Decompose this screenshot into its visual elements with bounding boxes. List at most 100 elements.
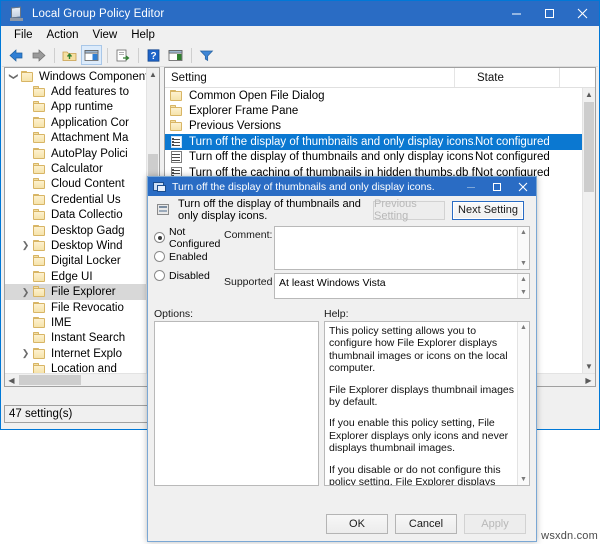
menu-action[interactable]: Action [40,28,86,42]
show-hide-action-pane-icon[interactable] [165,45,186,65]
tree-item[interactable]: Instant Search [5,331,146,346]
show-hide-console-tree-icon[interactable] [81,45,102,65]
radio-disabled[interactable]: Disabled [154,266,222,285]
tree-item[interactable]: Digital Locker [5,254,146,269]
folder-icon [32,209,47,221]
menu-view[interactable]: View [86,28,125,42]
setting-name: Turn off the display of thumbnails and o… [189,151,475,163]
scroll-up-icon[interactable]: ▲ [518,227,529,238]
tree-item[interactable]: ❯Internet Explo [5,346,146,361]
tree-item[interactable]: AutoPlay Polici [5,146,146,161]
comment-scrollbar[interactable]: ▲ ▼ [517,227,529,269]
tree-item-label: Edge UI [51,271,93,283]
options-panel[interactable] [154,321,319,486]
supported-on-scrollbar[interactable]: ▲ ▼ [517,274,529,298]
up-folder-icon[interactable] [59,45,80,65]
maximize-button[interactable] [533,1,566,26]
table-row[interactable]: Common Open File Dialog [165,88,582,103]
minimize-button[interactable] [500,1,533,26]
tree-item-label: File Explorer [51,286,116,298]
policy-setting-icon [157,204,172,217]
list-vertical-scrollbar[interactable]: ▲ ▼ [582,88,595,373]
scroll-right-icon[interactable]: ▶ [582,374,595,386]
help-icon[interactable]: ? [143,45,164,65]
folder-icon [32,194,47,206]
folder-icon [32,163,47,175]
table-row[interactable]: Explorer Frame Pane [165,103,582,118]
chevron-down-icon[interactable]: ❯ [8,70,19,83]
scroll-down-icon[interactable]: ▼ [518,474,529,485]
scroll-up-icon[interactable]: ▲ [518,274,529,285]
radio-not-configured-indicator[interactable] [154,232,165,243]
table-row[interactable]: Previous Versions [165,119,582,134]
tree-item-label: Digital Locker [51,255,121,267]
tree-item[interactable]: File Revocatio [5,300,146,315]
dialog-maximize-button[interactable] [484,177,510,196]
table-row[interactable]: Turn off the display of thumbnails and o… [165,150,582,165]
radio-enabled-indicator[interactable] [154,251,165,262]
status-bar: 47 setting(s) [4,405,160,423]
tree-item[interactable]: ❯ File Explorer [5,284,146,299]
tree-item[interactable]: App runtime [5,100,146,115]
radio-enabled[interactable]: Enabled [154,247,222,266]
chevron-right-icon[interactable]: ❯ [19,348,32,359]
help-scrollbar[interactable]: ▲ ▼ [517,322,529,485]
chevron-right-icon[interactable]: ❯ [19,240,32,251]
tree-item[interactable]: Desktop Gadg [5,223,146,238]
back-arrow-icon[interactable] [6,45,27,65]
folder-icon [32,302,47,314]
supported-on-textarea[interactable]: At least Windows Vista ▲ ▼ [274,273,530,299]
tree-item[interactable]: Calculator [5,161,146,176]
apply-button: Apply [464,514,526,534]
tree-hscroll-thumb[interactable] [19,375,81,385]
folder-icon [169,120,185,132]
folder-icon [32,148,47,160]
tree-item-label: File Revocatio [51,302,124,314]
policy-setting-icon [169,136,185,148]
menu-help[interactable]: Help [124,28,162,42]
chevron-right-icon[interactable]: ❯ [19,287,32,298]
column-header-state[interactable]: State [455,68,560,87]
tree-item[interactable]: Edge UI [5,269,146,284]
tree-item[interactable]: ❯Windows Component [5,69,146,84]
column-header-setting[interactable]: Setting [165,68,455,87]
filter-icon[interactable] [196,45,217,65]
tree-item-label: Instant Search [51,332,125,344]
setting-state: Not configured [475,151,582,163]
help-paragraph: If you disable or do not configure this … [329,464,514,486]
policy-setting-icon [153,181,167,193]
scroll-down-icon[interactable]: ▼ [583,360,595,373]
tree-item[interactable]: Application Cor [5,115,146,130]
console-tree-pane[interactable]: ❯Windows ComponentAdd features toApp run… [4,67,160,387]
list-scroll-thumb[interactable] [584,102,594,192]
scroll-down-icon[interactable]: ▼ [518,258,529,269]
export-list-icon[interactable] [112,45,133,65]
tree-item[interactable]: ❯Desktop Wind [5,238,146,253]
cancel-button[interactable]: Cancel [395,514,457,534]
radio-disabled-indicator[interactable] [154,270,165,281]
tree-horizontal-scrollbar[interactable]: ◀ ▶ [5,373,159,386]
tree-item[interactable]: Add features to [5,84,146,99]
tree-item[interactable]: Credential Us [5,192,146,207]
close-button[interactable] [566,1,599,26]
scroll-up-icon[interactable]: ▲ [518,322,529,333]
state-radio-group: Not Configured Enabled Disabled [154,228,222,285]
scroll-up-icon[interactable]: ▲ [583,88,595,101]
radio-not-configured[interactable]: Not Configured [154,228,222,247]
tree-item[interactable]: IME [5,315,146,330]
table-row[interactable]: Turn off the display of thumbnails and o… [165,134,582,149]
help-panel[interactable]: This policy setting allows you to config… [324,321,530,486]
tree-item[interactable]: Attachment Ma [5,131,146,146]
scroll-up-icon[interactable]: ▲ [147,68,159,81]
tree-item[interactable]: Cloud Content [5,177,146,192]
toolbar: ? [2,44,598,67]
scroll-down-icon[interactable]: ▼ [518,287,529,298]
ok-button[interactable]: OK [326,514,388,534]
forward-arrow-icon[interactable] [28,45,49,65]
dialog-close-button[interactable] [510,177,536,196]
comment-textarea[interactable]: ▲ ▼ [274,226,530,270]
tree-item[interactable]: Data Collectio [5,208,146,223]
next-setting-button[interactable]: Next Setting [452,201,524,220]
scroll-left-icon[interactable]: ◀ [5,374,18,386]
menu-file[interactable]: File [7,28,40,42]
